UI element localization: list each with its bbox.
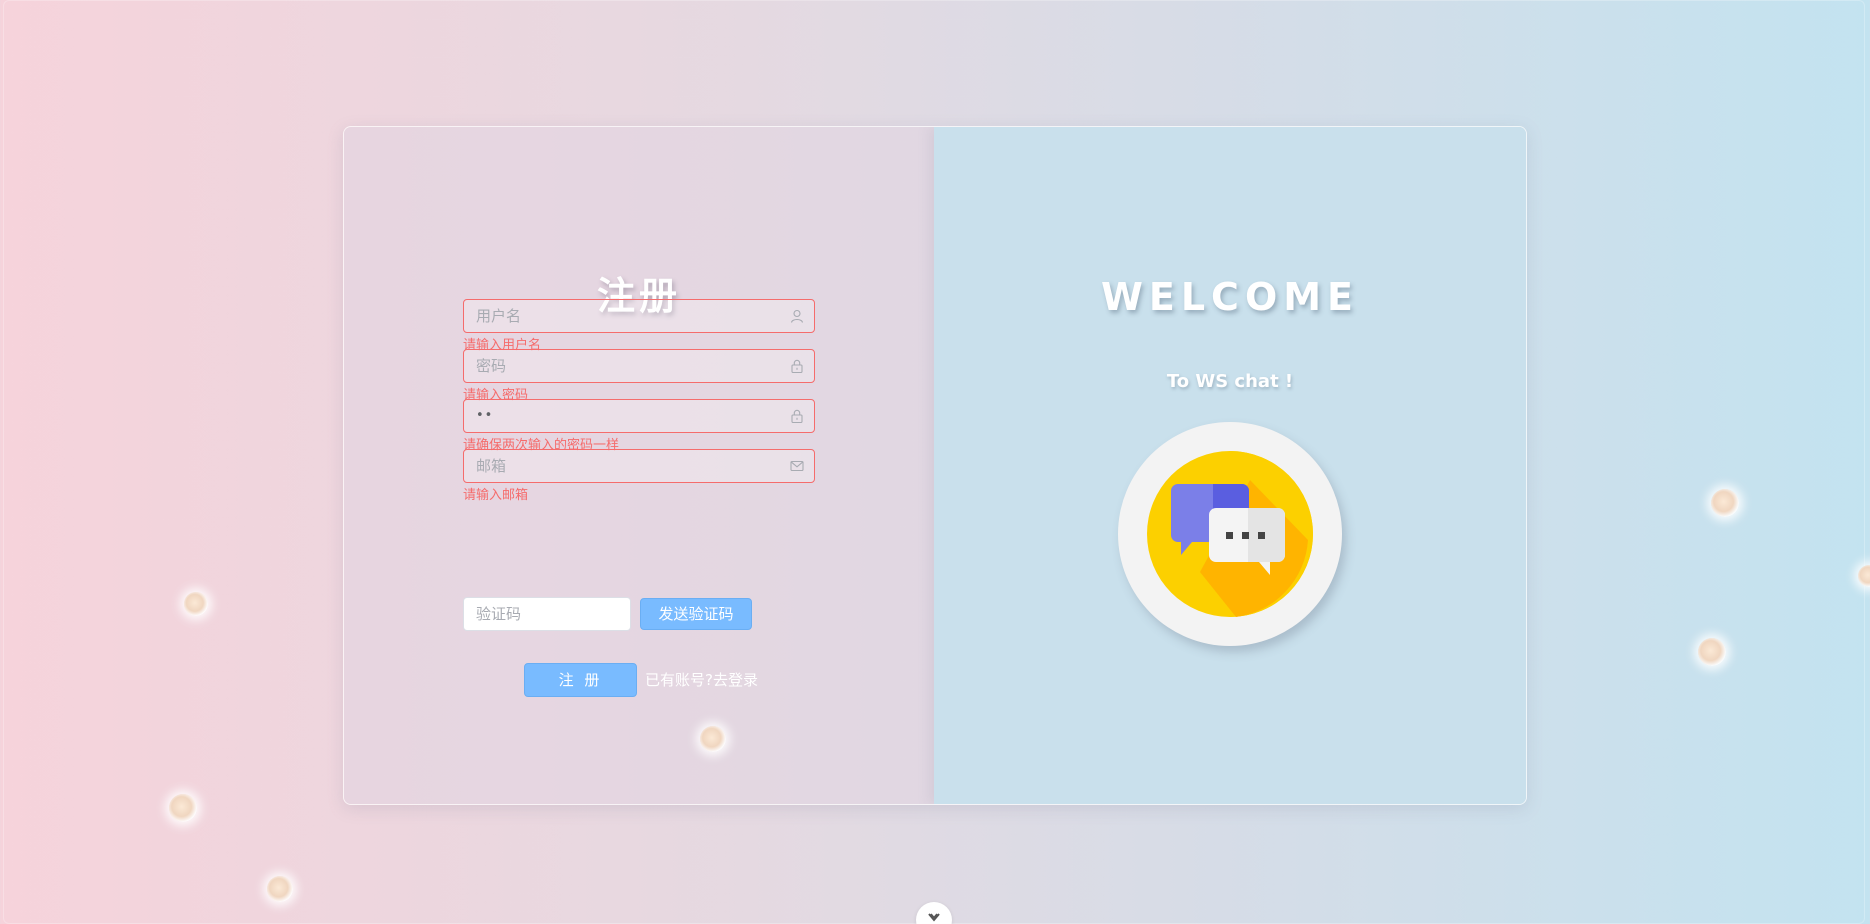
user-icon	[790, 309, 804, 323]
email-error: 请输入邮箱	[463, 488, 529, 503]
floating-bubble	[184, 592, 208, 616]
register-panel: 注册 用户名 请输入用户名 密码 请输入密码 •• 请确保两次输入的密码一样 邮…	[344, 127, 934, 804]
verification-code-input[interactable]: 验证码	[463, 597, 631, 631]
lock-icon	[791, 359, 803, 373]
confirm-password-value: ••	[476, 408, 494, 423]
go-login-link[interactable]: 已有账号?去登录	[645, 669, 758, 690]
confirm-password-field[interactable]: ••	[463, 399, 815, 433]
auth-card: 注册 用户名 请输入用户名 密码 请输入密码 •• 请确保两次输入的密码一样 邮…	[343, 126, 1527, 805]
send-code-button[interactable]: 发送验证码	[640, 598, 752, 630]
floating-bubble	[1698, 638, 1726, 666]
register-button[interactable]: 注 册	[524, 663, 637, 697]
email-placeholder: 邮箱	[476, 457, 507, 475]
floating-bubble	[169, 794, 197, 822]
welcome-subtitle: To WS chat !	[1166, 371, 1294, 392]
password-field[interactable]: 密码	[463, 349, 815, 383]
floating-bubble	[267, 876, 293, 902]
mail-icon	[790, 460, 804, 472]
chat-bubbles-icon	[1147, 451, 1313, 617]
welcome-panel: WELCOME To WS chat !	[934, 127, 1526, 804]
welcome-title: WELCOME	[1100, 275, 1360, 319]
password-placeholder: 密码	[476, 357, 507, 375]
username-field[interactable]: 用户名	[463, 299, 815, 333]
floating-bubble	[1711, 489, 1739, 517]
chevron-down-icon	[928, 913, 940, 922]
lock-icon	[791, 409, 803, 423]
logo-badge	[1118, 422, 1342, 646]
floating-bubble	[700, 726, 726, 752]
verification-code-placeholder: 验证码	[476, 605, 522, 623]
email-field[interactable]: 邮箱	[463, 449, 815, 483]
username-placeholder: 用户名	[476, 307, 522, 325]
